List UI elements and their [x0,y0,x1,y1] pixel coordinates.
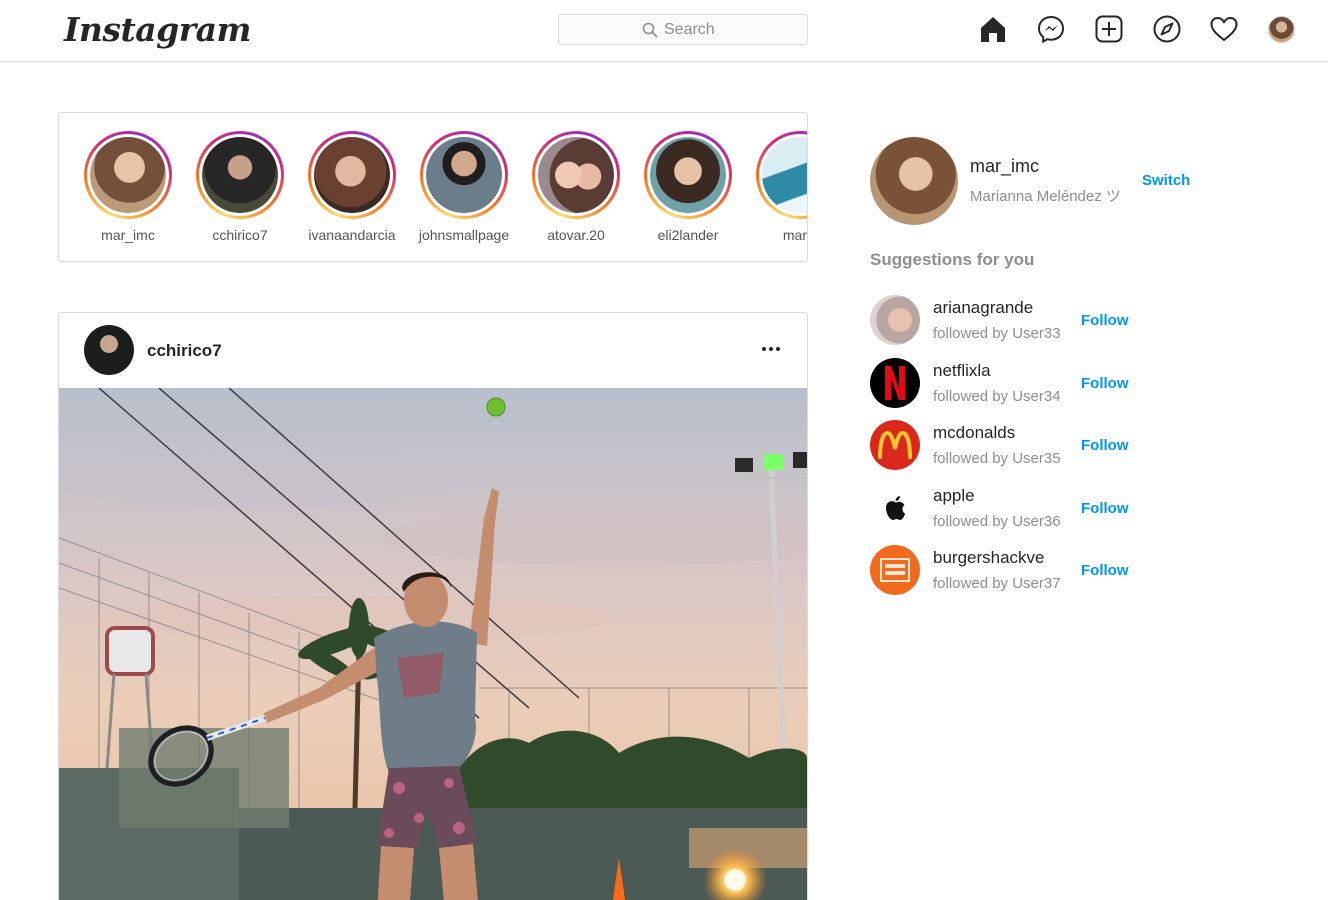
suggestion-followed-by: followed by User33 [933,325,1061,342]
suggestion-followed-by: followed by User34 [933,388,1061,405]
post-author-avatar[interactable] [84,325,134,375]
feed-post: cchirico7 [58,312,808,900]
switch-account-button[interactable]: Switch [1142,172,1190,189]
story-item[interactable]: atovar.20 [528,131,624,243]
story-ring [644,131,732,219]
suggestion-avatar[interactable] [870,295,920,345]
suggestion-item: apple followed by User36 Follow [870,483,1170,535]
apple-logo-avatar[interactable] [870,483,920,533]
story-avatar [426,137,502,213]
follow-button[interactable]: Follow [1081,437,1129,454]
story-item[interactable]: mar_imc [80,131,176,243]
story-username: mariv [782,227,807,243]
current-user-username[interactable]: mar_imc [970,156,1039,177]
suggestion-followed-by: followed by User37 [933,575,1061,592]
story-avatar [650,137,726,213]
story-item[interactable]: johnsmallpage [416,131,512,243]
profile-avatar[interactable] [1268,16,1295,43]
story-ring [420,131,508,219]
story-item[interactable]: ivanaandarcia [304,131,400,243]
follow-button[interactable]: Follow [1081,562,1129,579]
story-ring [308,131,396,219]
mcdonalds-logo-avatar[interactable] [870,420,920,470]
follow-button[interactable]: Follow [1081,500,1129,517]
story-username: johnsmallpage [418,227,510,243]
story-username: mar_imc [101,227,155,243]
search-input[interactable] [664,20,724,39]
suggestion-username[interactable]: netflixla [933,361,991,381]
story-ring [196,131,284,219]
story-username: atovar.20 [547,227,605,243]
story-ring [532,131,620,219]
new-post-icon[interactable] [1094,14,1124,44]
search-icon [642,22,658,37]
suggestions-title: Suggestions for you [870,250,1035,269]
suggestion-item: burgershackve followed by User37 Follow [870,545,1170,597]
story-avatar [538,137,614,213]
suggestion-item: mcdonalds followed by User35 Follow [870,420,1170,472]
suggestion-followed-by: followed by User35 [933,450,1061,467]
messenger-icon[interactable] [1036,14,1066,44]
post-photo[interactable] [59,387,807,900]
more-options-icon[interactable] [759,337,783,361]
story-item[interactable]: eli2lander [640,131,736,243]
activity-heart-icon[interactable] [1209,14,1239,44]
suggestion-username[interactable]: burgershackve [933,548,1045,568]
story-ring [756,131,807,219]
story-username: eli2lander [657,227,719,243]
post-header: cchirico7 [59,313,807,388]
suggestion-username[interactable]: apple [933,486,975,506]
stories-tray: mar_imc cchirico7 ivanaandarcia johnsmal… [58,112,808,262]
search-box[interactable] [558,14,808,45]
story-item[interactable]: cchirico7 [192,131,288,243]
top-nav-bar: Instagram [0,0,1328,62]
suggestion-username[interactable]: mcdonalds [933,423,1015,443]
suggestion-item: netflixla followed by User34 Follow [870,358,1170,410]
follow-button[interactable]: Follow [1081,312,1129,329]
story-avatar [90,137,166,213]
story-ring [84,131,172,219]
story-avatar [762,137,807,213]
home-icon[interactable] [978,14,1008,44]
suggestion-item: arianagrande followed by User33 Follow [870,295,1170,347]
burgershack-logo-avatar[interactable] [870,545,920,595]
instagram-logo[interactable]: Instagram [64,10,251,49]
story-item[interactable]: mariv [752,131,807,243]
suggestion-username[interactable]: arianagrande [933,298,1033,318]
follow-button[interactable]: Follow [1081,375,1129,392]
current-user-fullname: Marianna Meléndez ツ [970,188,1121,205]
story-avatar [202,137,278,213]
story-username: ivanaandarcia [308,227,396,243]
netflix-logo-avatar[interactable] [870,358,920,408]
suggestion-followed-by: followed by User36 [933,513,1061,530]
story-username: cchirico7 [212,227,268,243]
story-avatar [314,137,390,213]
explore-icon[interactable] [1152,14,1182,44]
post-author-username[interactable]: cchirico7 [147,341,222,361]
current-user-avatar[interactable] [870,137,958,225]
